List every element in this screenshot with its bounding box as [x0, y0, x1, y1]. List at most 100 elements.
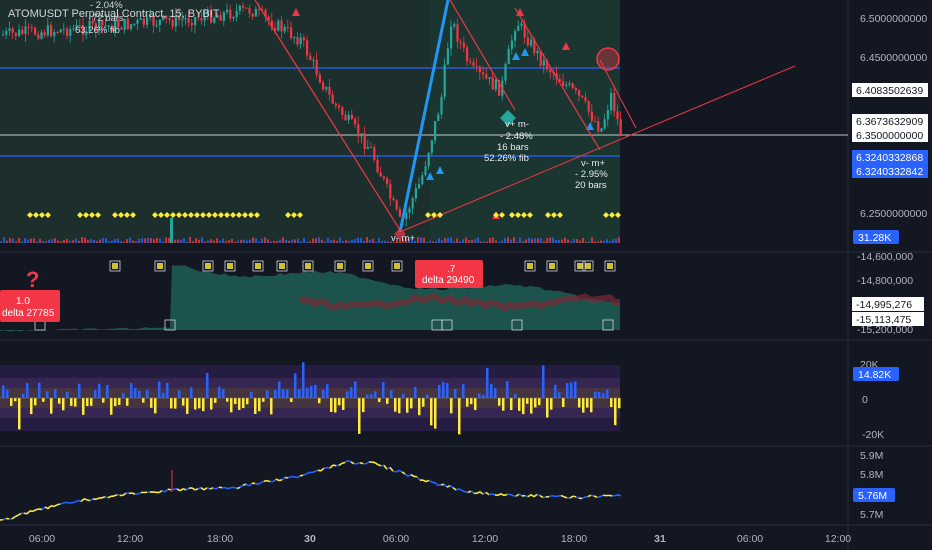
delta-bar-down [430, 398, 433, 426]
price-tag: 6.3500000000 [856, 130, 923, 142]
price-tag: 6.3240332868 [856, 152, 923, 164]
volume-bar [576, 239, 578, 243]
oi-segment [359, 461, 364, 465]
trading-chart[interactable]: ATOMUSDT Perpetual Contract, 15, BYBIT -… [0, 0, 932, 550]
candle-body [69, 29, 72, 36]
volume-bar [387, 241, 389, 243]
delta-bar-up [158, 381, 161, 398]
volume-bar [294, 239, 296, 243]
volume-bar [333, 239, 335, 243]
delta-bar-down [546, 398, 549, 418]
volume-bar [474, 239, 476, 243]
delta-bar-down [182, 398, 185, 406]
volume-bar [255, 238, 257, 243]
volume-bar [162, 241, 164, 243]
delta-bar-up [566, 383, 569, 398]
mid-annotation-pct: - 2.48% [500, 131, 533, 142]
delta-bar-down [582, 398, 585, 413]
oi-segment [197, 486, 202, 490]
delta-bar-down [330, 398, 333, 413]
volume-bar [141, 238, 143, 243]
volume-bar [75, 238, 77, 243]
candle-body [469, 61, 472, 63]
volume-bar [378, 238, 380, 243]
oi-segment [254, 482, 259, 486]
signal-box-fill [607, 263, 613, 269]
candle-body [50, 25, 53, 37]
volume-bar [540, 238, 542, 243]
time-axis-label: 30 [304, 533, 316, 545]
candle-body [610, 92, 613, 111]
volume-bar [87, 239, 89, 243]
oi-segment [560, 494, 565, 498]
candle-body [120, 27, 123, 30]
delta-bar-down [118, 398, 121, 405]
delta-bar-up [462, 384, 465, 398]
delta-bar-up [26, 383, 29, 398]
time-axis-label: 06:00 [383, 533, 409, 545]
oi-tick: 5.7M [860, 509, 883, 521]
candle-body [46, 25, 49, 36]
delta-bar-up [574, 381, 577, 398]
delta-bar-down [518, 398, 521, 411]
candle-body [606, 110, 609, 120]
volume-bar [567, 239, 569, 243]
volume-bar [45, 241, 47, 243]
volume-bar [216, 238, 218, 243]
delta-bar-down [254, 398, 257, 414]
price-tick: 6.5000000000 [860, 13, 927, 25]
oi-segment [614, 494, 619, 497]
delta-bar-down [114, 398, 117, 407]
candle-body [309, 55, 312, 60]
volume-bar [492, 237, 494, 243]
volume-bar [249, 239, 251, 243]
volume-bar [99, 239, 101, 243]
delta-bar-up [286, 389, 289, 398]
volume-bar [339, 237, 341, 243]
candle-body [347, 115, 350, 121]
bottom-annotation-label: v- m+ [391, 233, 415, 244]
candle-body [459, 41, 462, 43]
delta-bar-up [438, 384, 441, 398]
candle-body [130, 24, 133, 30]
volume-bar [105, 238, 107, 243]
delta-bar-up [602, 393, 605, 398]
candle-body [542, 60, 545, 66]
volume-bar [117, 238, 119, 243]
delta-bar-up [130, 383, 133, 398]
oi-segment [233, 486, 238, 490]
volume-bar [108, 241, 110, 243]
candle-body [299, 37, 302, 45]
volume-bar [504, 237, 506, 243]
volume-bar [39, 238, 41, 243]
oi-segment [323, 466, 328, 469]
volume-bar [60, 241, 62, 243]
volume-bar [375, 241, 377, 243]
delta-bar-up [346, 391, 349, 398]
cvd-tick: -14,800,000 [857, 275, 913, 287]
candle-body [414, 188, 417, 199]
delta-tag: 14.82K [858, 369, 891, 381]
volume-bar [315, 238, 317, 243]
delta-bar-up [382, 382, 385, 398]
oi-segment [617, 494, 622, 497]
candle-body [482, 72, 485, 75]
delta-tick: -20K [862, 429, 884, 441]
oi-segment [341, 461, 346, 465]
volume-bar [429, 240, 431, 243]
time-axis-label: 31 [654, 533, 666, 545]
delta-bar-down [30, 398, 33, 415]
delta-bar-down [318, 398, 321, 404]
volume-bar [516, 241, 518, 243]
delta-bar-up [134, 387, 137, 398]
signal-box-fill [157, 263, 163, 269]
highlight-circle[interactable] [596, 47, 620, 71]
signal-box-fill [577, 263, 583, 269]
volume-bar [81, 237, 83, 243]
volume-bar [267, 239, 269, 243]
oi-segment [218, 486, 223, 489]
candle-body [418, 183, 421, 189]
oi-segment [71, 501, 76, 504]
oi-segment [35, 508, 40, 511]
delta-bar-up [514, 393, 517, 398]
